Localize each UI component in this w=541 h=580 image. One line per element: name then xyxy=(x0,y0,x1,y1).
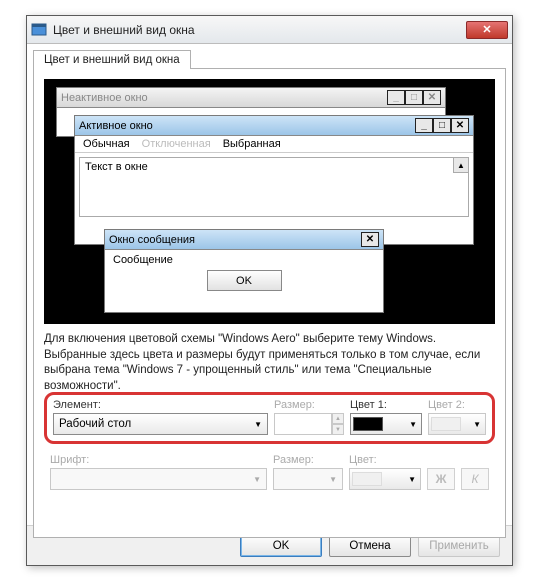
menu-normal[interactable]: Обычная xyxy=(83,138,130,150)
spin-up-icon: ▲ xyxy=(332,413,344,424)
element-label: Элемент: xyxy=(53,399,268,411)
tab-strip: Цвет и внешний вид окна Неактивное окно … xyxy=(33,50,506,538)
preview-active-window[interactable]: Активное окно _ □ ✕ Обычная Отключенная … xyxy=(74,115,474,245)
chevron-down-icon: ▼ xyxy=(409,420,419,429)
titlebar[interactable]: Цвет и внешний вид окна ✕ xyxy=(27,16,512,44)
window-title: Цвет и внешний вид окна xyxy=(53,23,466,37)
msgbox-text: Сообщение xyxy=(113,254,173,266)
maximize-icon: □ xyxy=(405,90,423,105)
color1-picker[interactable]: ▼ xyxy=(350,413,422,435)
menu-selected[interactable]: Выбранная xyxy=(223,138,281,150)
spin-down-icon: ▼ xyxy=(332,424,344,435)
close-icon: ✕ xyxy=(361,232,379,247)
element-value: Рабочий стол xyxy=(59,418,131,430)
inactive-window-title: Неактивное окно xyxy=(61,92,148,104)
tab-appearance[interactable]: Цвет и внешний вид окна xyxy=(33,50,191,69)
preview-textarea[interactable]: Текст в окне ▲ xyxy=(79,157,469,217)
close-icon: ✕ xyxy=(482,23,491,36)
close-icon: ✕ xyxy=(451,118,469,133)
element-combobox[interactable]: Рабочий стол ▼ xyxy=(53,413,268,435)
size-input xyxy=(274,413,332,435)
font-color-picker: ▼ xyxy=(349,468,421,490)
preview-message-box[interactable]: Окно сообщения ✕ Сообщение OK xyxy=(104,229,384,313)
tab-content: Неактивное окно _ □ ✕ Активное окно _ xyxy=(33,68,506,538)
italic-button: К xyxy=(461,468,489,490)
color2-swatch xyxy=(431,417,461,431)
font-size-combobox: ▼ xyxy=(273,468,343,490)
msgbox-title: Окно сообщения xyxy=(109,234,195,246)
scroll-up-icon[interactable]: ▲ xyxy=(453,158,468,173)
color2-label: Цвет 2: xyxy=(428,399,486,411)
font-combobox: ▼ xyxy=(50,468,267,490)
minimize-icon: _ xyxy=(415,118,433,133)
close-icon: ✕ xyxy=(423,90,441,105)
chevron-down-icon: ▼ xyxy=(473,420,483,429)
size-spinner: ▲▼ xyxy=(274,413,344,435)
font-size-label: Размер: xyxy=(273,454,343,466)
minimize-icon: _ xyxy=(387,90,405,105)
chevron-down-icon: ▼ xyxy=(408,475,418,484)
system-icon xyxy=(31,22,47,38)
textarea-text: Текст в окне xyxy=(85,161,148,173)
bold-button: Ж xyxy=(427,468,455,490)
chevron-down-icon: ▼ xyxy=(329,475,337,484)
color1-swatch xyxy=(353,417,383,431)
font-label: Шрифт: xyxy=(50,454,267,466)
element-settings-row: Элемент: Рабочий стол ▼ Размер: ▲▼ Цвет … xyxy=(44,392,495,444)
close-button[interactable]: ✕ xyxy=(466,21,508,39)
active-window-title: Активное окно xyxy=(79,120,153,132)
maximize-icon: □ xyxy=(433,118,451,133)
font-color-label: Цвет: xyxy=(349,454,421,466)
preview-menubar: Обычная Отключенная Выбранная xyxy=(75,136,473,153)
msgbox-ok-button[interactable]: OK xyxy=(207,270,282,291)
font-settings-row: Шрифт: ▼ Размер: ▼ Цвет: ▼ Ж К xyxy=(44,454,495,490)
chevron-down-icon: ▼ xyxy=(254,420,262,429)
description-text: Для включения цветовой схемы "Windows Ae… xyxy=(44,332,495,390)
menu-disabled: Отключенная xyxy=(142,138,211,150)
preview-area: Неактивное окно _ □ ✕ Активное окно _ xyxy=(44,79,495,324)
chevron-down-icon: ▼ xyxy=(253,475,261,484)
dialog-window: Цвет и внешний вид окна ✕ Цвет и внешний… xyxy=(26,15,513,566)
color1-label: Цвет 1: xyxy=(350,399,422,411)
font-color-swatch xyxy=(352,472,382,486)
color2-picker: ▼ xyxy=(428,413,486,435)
size-label: Размер: xyxy=(274,399,344,411)
